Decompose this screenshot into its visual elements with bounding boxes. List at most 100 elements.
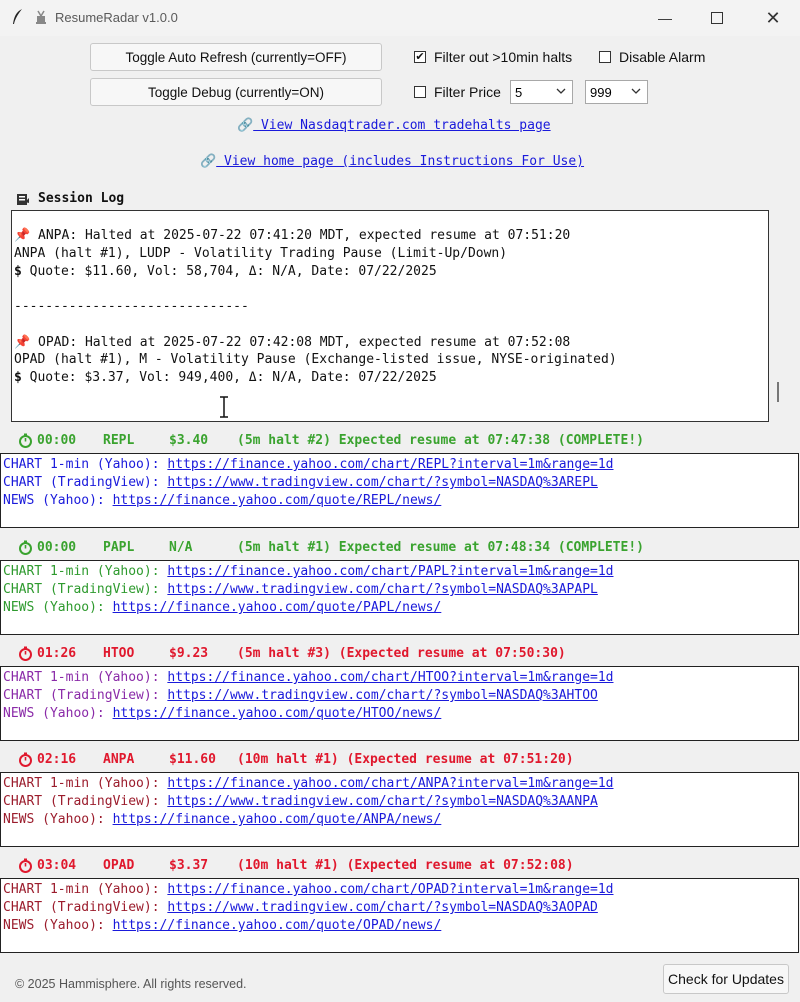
home-page-link[interactable]: 🔗 View home page (includes Instructions …: [200, 154, 584, 169]
log-line: 📌 OPAD: Halted at 2025-07-22 07:42:08 MD…: [14, 335, 571, 350]
link-label: CHART (TradingView):: [3, 794, 168, 809]
log-line: 📌 ANPA: Halted at 2025-07-22 07:41:20 MD…: [14, 228, 571, 243]
radar-icon: [36, 10, 46, 24]
log-icon: [17, 193, 29, 205]
yahoo-chart-link[interactable]: https://finance.yahoo.com/chart/ANPA?int…: [167, 776, 613, 791]
maximize-button[interactable]: [692, 0, 742, 36]
yahoo-chart-link[interactable]: https://finance.yahoo.com/chart/HTOO?int…: [167, 670, 613, 685]
link-label: CHART (TradingView):: [3, 688, 168, 703]
maximize-icon: [711, 12, 723, 24]
nasdaq-halts-link[interactable]: 🔗 View Nasdaqtrader.com tradehalts page: [237, 118, 551, 133]
halt-price: $11.60: [169, 752, 216, 767]
halt-link-row: CHART (TradingView): https://www.trading…: [3, 475, 598, 490]
session-log-label: Session Log: [16, 191, 124, 206]
price-min-select[interactable]: 5: [510, 80, 573, 104]
minimize-button[interactable]: —: [640, 0, 690, 36]
link-label: CHART (TradingView):: [3, 582, 168, 597]
log-separator: ------------------------------: [14, 299, 249, 314]
halt-status: (10m halt #1) (Expected resume at 07:51:…: [237, 752, 574, 767]
halt-timer: 00:00: [37, 433, 77, 448]
dollar-icon: $: [14, 264, 22, 279]
halt-links-box: CHART 1-min (Yahoo): https://finance.yah…: [0, 666, 799, 741]
halt-links-box: CHART 1-min (Yahoo): https://finance.yah…: [0, 560, 799, 635]
halt-timer: 00:00: [37, 540, 77, 555]
session-log-title: Session Log: [38, 191, 125, 206]
link-label: CHART 1-min (Yahoo):: [3, 670, 168, 685]
halt-timer: 01:26: [37, 646, 77, 661]
halt-price: $9.23: [169, 646, 209, 661]
tradingview-chart-link[interactable]: https://www.tradingview.com/chart/?symbo…: [167, 475, 597, 490]
close-button[interactable]: ✕: [748, 0, 798, 36]
feather-icon: [13, 9, 22, 24]
yahoo-news-link[interactable]: https://finance.yahoo.com/quote/REPL/new…: [113, 493, 442, 508]
stopwatch-icon: [19, 858, 32, 873]
halt-link-row: NEWS (Yahoo): https://finance.yahoo.com/…: [3, 918, 441, 933]
yahoo-news-link[interactable]: https://finance.yahoo.com/quote/PAPL/new…: [113, 600, 442, 615]
check-updates-button[interactable]: Check for Updates: [663, 964, 789, 994]
checkbox-box[interactable]: ✔: [414, 51, 426, 63]
yahoo-news-link[interactable]: https://finance.yahoo.com/quote/HTOO/new…: [113, 706, 442, 721]
halt-timer: 02:16: [37, 752, 77, 767]
price-max-select[interactable]: 999: [585, 80, 648, 104]
halt-link-row: NEWS (Yahoo): https://finance.yahoo.com/…: [3, 812, 441, 827]
session-log[interactable]: 📌 ANPA: Halted at 2025-07-22 07:41:20 MD…: [11, 210, 769, 422]
halt-link-row: NEWS (Yahoo): https://finance.yahoo.com/…: [3, 493, 441, 508]
halt-header: 02:16 ANPA $11.60 (10m halt #1) (Expected r…: [18, 752, 574, 767]
halt-link-row: NEWS (Yahoo): https://finance.yahoo.com/…: [3, 706, 441, 721]
copyright-text: © 2025 Hammisphere. All rights reserved.: [15, 977, 247, 991]
halt-link-row: CHART 1-min (Yahoo): https://finance.yah…: [3, 670, 614, 685]
disable-alarm-checkbox[interactable]: Disable Alarm: [599, 49, 705, 65]
tradingview-chart-link[interactable]: https://www.tradingview.com/chart/?symbo…: [167, 688, 597, 703]
checkbox-box[interactable]: [599, 51, 611, 63]
close-icon: ✕: [765, 7, 781, 28]
log-line: ANPA (halt #1), LUDP - Volatility Tradin…: [14, 246, 508, 261]
halt-link-row: CHART 1-min (Yahoo): https://finance.yah…: [3, 457, 614, 472]
halt-price: N/A: [169, 540, 193, 555]
halt-link-row: CHART 1-min (Yahoo): https://finance.yah…: [3, 882, 614, 897]
pin-icon: 📌: [14, 335, 31, 350]
halt-link-row: CHART (TradingView): https://www.trading…: [3, 900, 598, 915]
disable-alarm-label: Disable Alarm: [619, 49, 706, 65]
halt-price: $3.37: [169, 858, 209, 873]
yahoo-chart-link[interactable]: https://finance.yahoo.com/chart/OPAD?int…: [167, 882, 613, 897]
halt-header: 01:26 HTOO $9.23 (5m halt #3) (Expected res…: [18, 646, 566, 661]
yahoo-news-link[interactable]: https://finance.yahoo.com/quote/ANPA/new…: [113, 812, 442, 827]
tradingview-chart-link[interactable]: https://www.tradingview.com/chart/?symbo…: [167, 582, 597, 597]
log-line: $ Quote: $3.37, Vol: 949,400, Δ: N/A, Da…: [14, 370, 437, 385]
window-title: ResumeRadar v1.0.0: [55, 10, 178, 25]
tradingview-chart-link[interactable]: https://www.tradingview.com/chart/?symbo…: [167, 900, 597, 915]
stopwatch-icon: [19, 752, 32, 767]
checkbox-box[interactable]: [414, 86, 426, 98]
halt-status: (5m halt #1) Expected resume at 07:48:34…: [237, 540, 644, 555]
toggle-auto-refresh-button[interactable]: Toggle Auto Refresh (currently=OFF): [90, 43, 382, 71]
log-scrollbar[interactable]: [777, 382, 779, 402]
stopwatch-icon: [19, 540, 32, 555]
halt-links-box: CHART 1-min (Yahoo): https://finance.yah…: [0, 878, 799, 953]
link-label: NEWS (Yahoo):: [3, 918, 113, 933]
halt-status: (5m halt #3) (Expected resume at 07:50:3…: [237, 646, 566, 661]
chevron-down-icon: [631, 88, 641, 94]
filter-price-checkbox[interactable]: Filter Price: [414, 84, 501, 100]
halt-symbol: ANPA: [103, 752, 135, 767]
chevron-down-icon: [556, 88, 566, 94]
halt-symbol: HTOO: [103, 646, 135, 661]
log-line: $ Quote: $11.60, Vol: 58,704, Δ: N/A, Da…: [14, 264, 437, 279]
yahoo-news-link[interactable]: https://finance.yahoo.com/quote/OPAD/new…: [113, 918, 442, 933]
yahoo-chart-link[interactable]: https://finance.yahoo.com/chart/PAPL?int…: [167, 564, 613, 579]
filter-halts-checkbox[interactable]: ✔ Filter out >10min halts: [414, 49, 572, 65]
link-label: CHART (TradingView):: [3, 475, 168, 490]
halt-link-row: CHART (TradingView): https://www.trading…: [3, 688, 598, 703]
halt-header: 00:00 PAPL N/A (5m halt #1) Expected resume…: [18, 540, 644, 555]
link-icon: 🔗: [237, 118, 254, 133]
link-label: CHART 1-min (Yahoo):: [3, 882, 168, 897]
price-min-value: 5: [515, 84, 523, 100]
log-line: OPAD (halt #1), M - Volatility Pause (Ex…: [14, 352, 617, 367]
yahoo-chart-link[interactable]: https://finance.yahoo.com/chart/REPL?int…: [167, 457, 613, 472]
dollar-icon: $: [14, 370, 22, 385]
link-icon: 🔗: [200, 154, 217, 169]
halt-symbol: PAPL: [103, 540, 135, 555]
halt-link-row: CHART (TradingView): https://www.trading…: [3, 582, 598, 597]
toggle-debug-button[interactable]: Toggle Debug (currently=ON): [90, 78, 382, 106]
tradingview-chart-link[interactable]: https://www.tradingview.com/chart/?symbo…: [167, 794, 597, 809]
halt-timer: 03:04: [37, 858, 77, 873]
